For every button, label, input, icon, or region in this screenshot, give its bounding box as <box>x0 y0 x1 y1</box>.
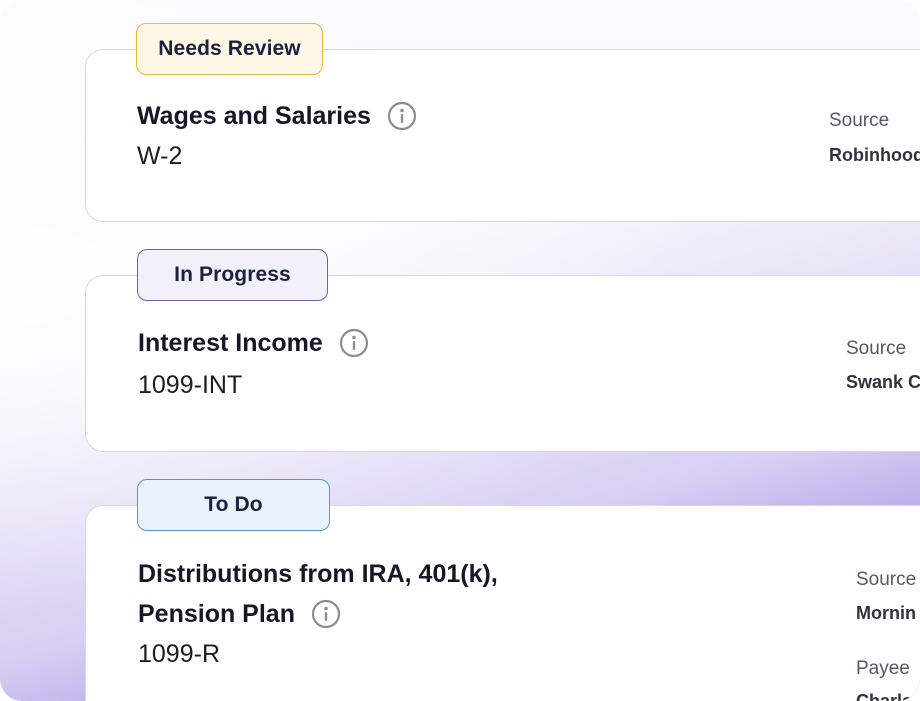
status-badge-to-do: To Do <box>137 479 330 531</box>
source-label: Source <box>856 569 917 590</box>
source-label: Source <box>846 338 907 359</box>
source-label: Source <box>829 110 890 131</box>
form-type: 1099-INT <box>138 371 243 399</box>
card-title-line-1: Distributions from IRA, 401(k), <box>138 560 498 588</box>
source-value: Robinhood <box>829 145 920 165</box>
card-title-text: Wages and Salaries <box>137 102 371 130</box>
card-title-text: Interest Income <box>138 329 323 357</box>
card-title: Wages and Salaries <box>137 96 417 136</box>
status-badge-in-progress: In Progress <box>137 249 328 301</box>
info-icon[interactable] <box>311 599 341 629</box>
card-title: Pension Plan <box>138 594 341 634</box>
status-badge-needs-review: Needs Review <box>136 23 323 75</box>
info-icon[interactable] <box>387 101 417 131</box>
income-card-interest[interactable] <box>85 275 920 452</box>
source-value: Mornin <box>856 603 916 623</box>
card-title-line-2: Pension Plan <box>138 600 295 628</box>
income-documents-panel: Needs Review Wages and Salaries W-2 Sour… <box>0 0 920 701</box>
payee-value: Charle <box>856 691 913 701</box>
form-type: 1099-R <box>138 640 220 668</box>
form-type: W-2 <box>137 142 183 170</box>
card-title: Interest Income <box>138 323 369 363</box>
source-value: Swank C <box>846 372 920 392</box>
info-icon[interactable] <box>339 328 369 358</box>
payee-label: Payee <box>856 658 910 679</box>
